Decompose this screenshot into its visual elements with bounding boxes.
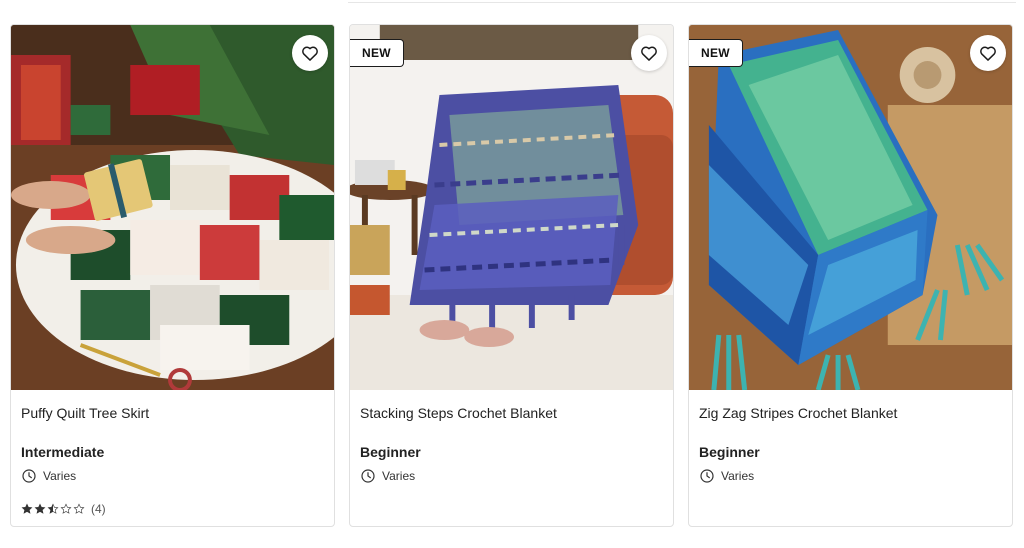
pattern-title[interactable]: Zig Zag Stripes Crochet Blanket [699,404,1002,422]
time-estimate: Varies [699,468,1002,484]
pattern-image[interactable]: NEW [350,25,673,390]
favorite-button[interactable] [631,35,667,71]
star-filled-icon [21,503,33,514]
new-badge: NEW [689,39,743,67]
clock-icon [361,469,375,483]
heart-outline-icon [302,46,318,61]
heart-outline-icon [980,46,996,61]
clock-icon [22,469,36,483]
rating-count: (4) [91,502,106,516]
heart-outline-icon [641,46,657,61]
tree-skirt-photo [11,25,334,390]
skill-level: Beginner [699,444,760,460]
skill-level: Intermediate [21,444,105,460]
top-divider [348,2,1016,3]
pattern-grid: Puffy Quilt Tree Skirt Intermediate Vari… [10,24,1014,527]
time-estimate: Varies [21,468,324,484]
pattern-title[interactable]: Puffy Quilt Tree Skirt [21,404,324,422]
pattern-title[interactable]: Stacking Steps Crochet Blanket [360,404,663,422]
zigzag-blanket-photo [689,25,1012,390]
favorite-button[interactable] [970,35,1006,71]
pattern-image[interactable] [11,25,334,390]
favorite-button[interactable] [292,35,328,71]
time-value: Varies [43,469,77,483]
time-value: Varies [382,469,416,483]
pattern-card[interactable]: NEW Stacking Steps Crochet Blanket Begin… [349,24,674,527]
star-half-icon [47,503,59,514]
time-value: Varies [721,469,755,483]
pattern-image[interactable]: NEW [689,25,1012,390]
steps-blanket-photo [350,25,673,390]
star-filled-icon [34,503,46,514]
star-empty-icon [73,503,85,514]
rating[interactable]: (4) [21,502,106,516]
pattern-card[interactable]: NEW Zig Zag Stripes Crochet Blanket Begi… [688,24,1013,527]
new-badge: NEW [350,39,404,67]
pattern-card[interactable]: Puffy Quilt Tree Skirt Intermediate Vari… [10,24,335,527]
time-estimate: Varies [360,468,663,484]
skill-level: Beginner [360,444,421,460]
clock-icon [700,469,714,483]
star-empty-icon [60,503,72,514]
